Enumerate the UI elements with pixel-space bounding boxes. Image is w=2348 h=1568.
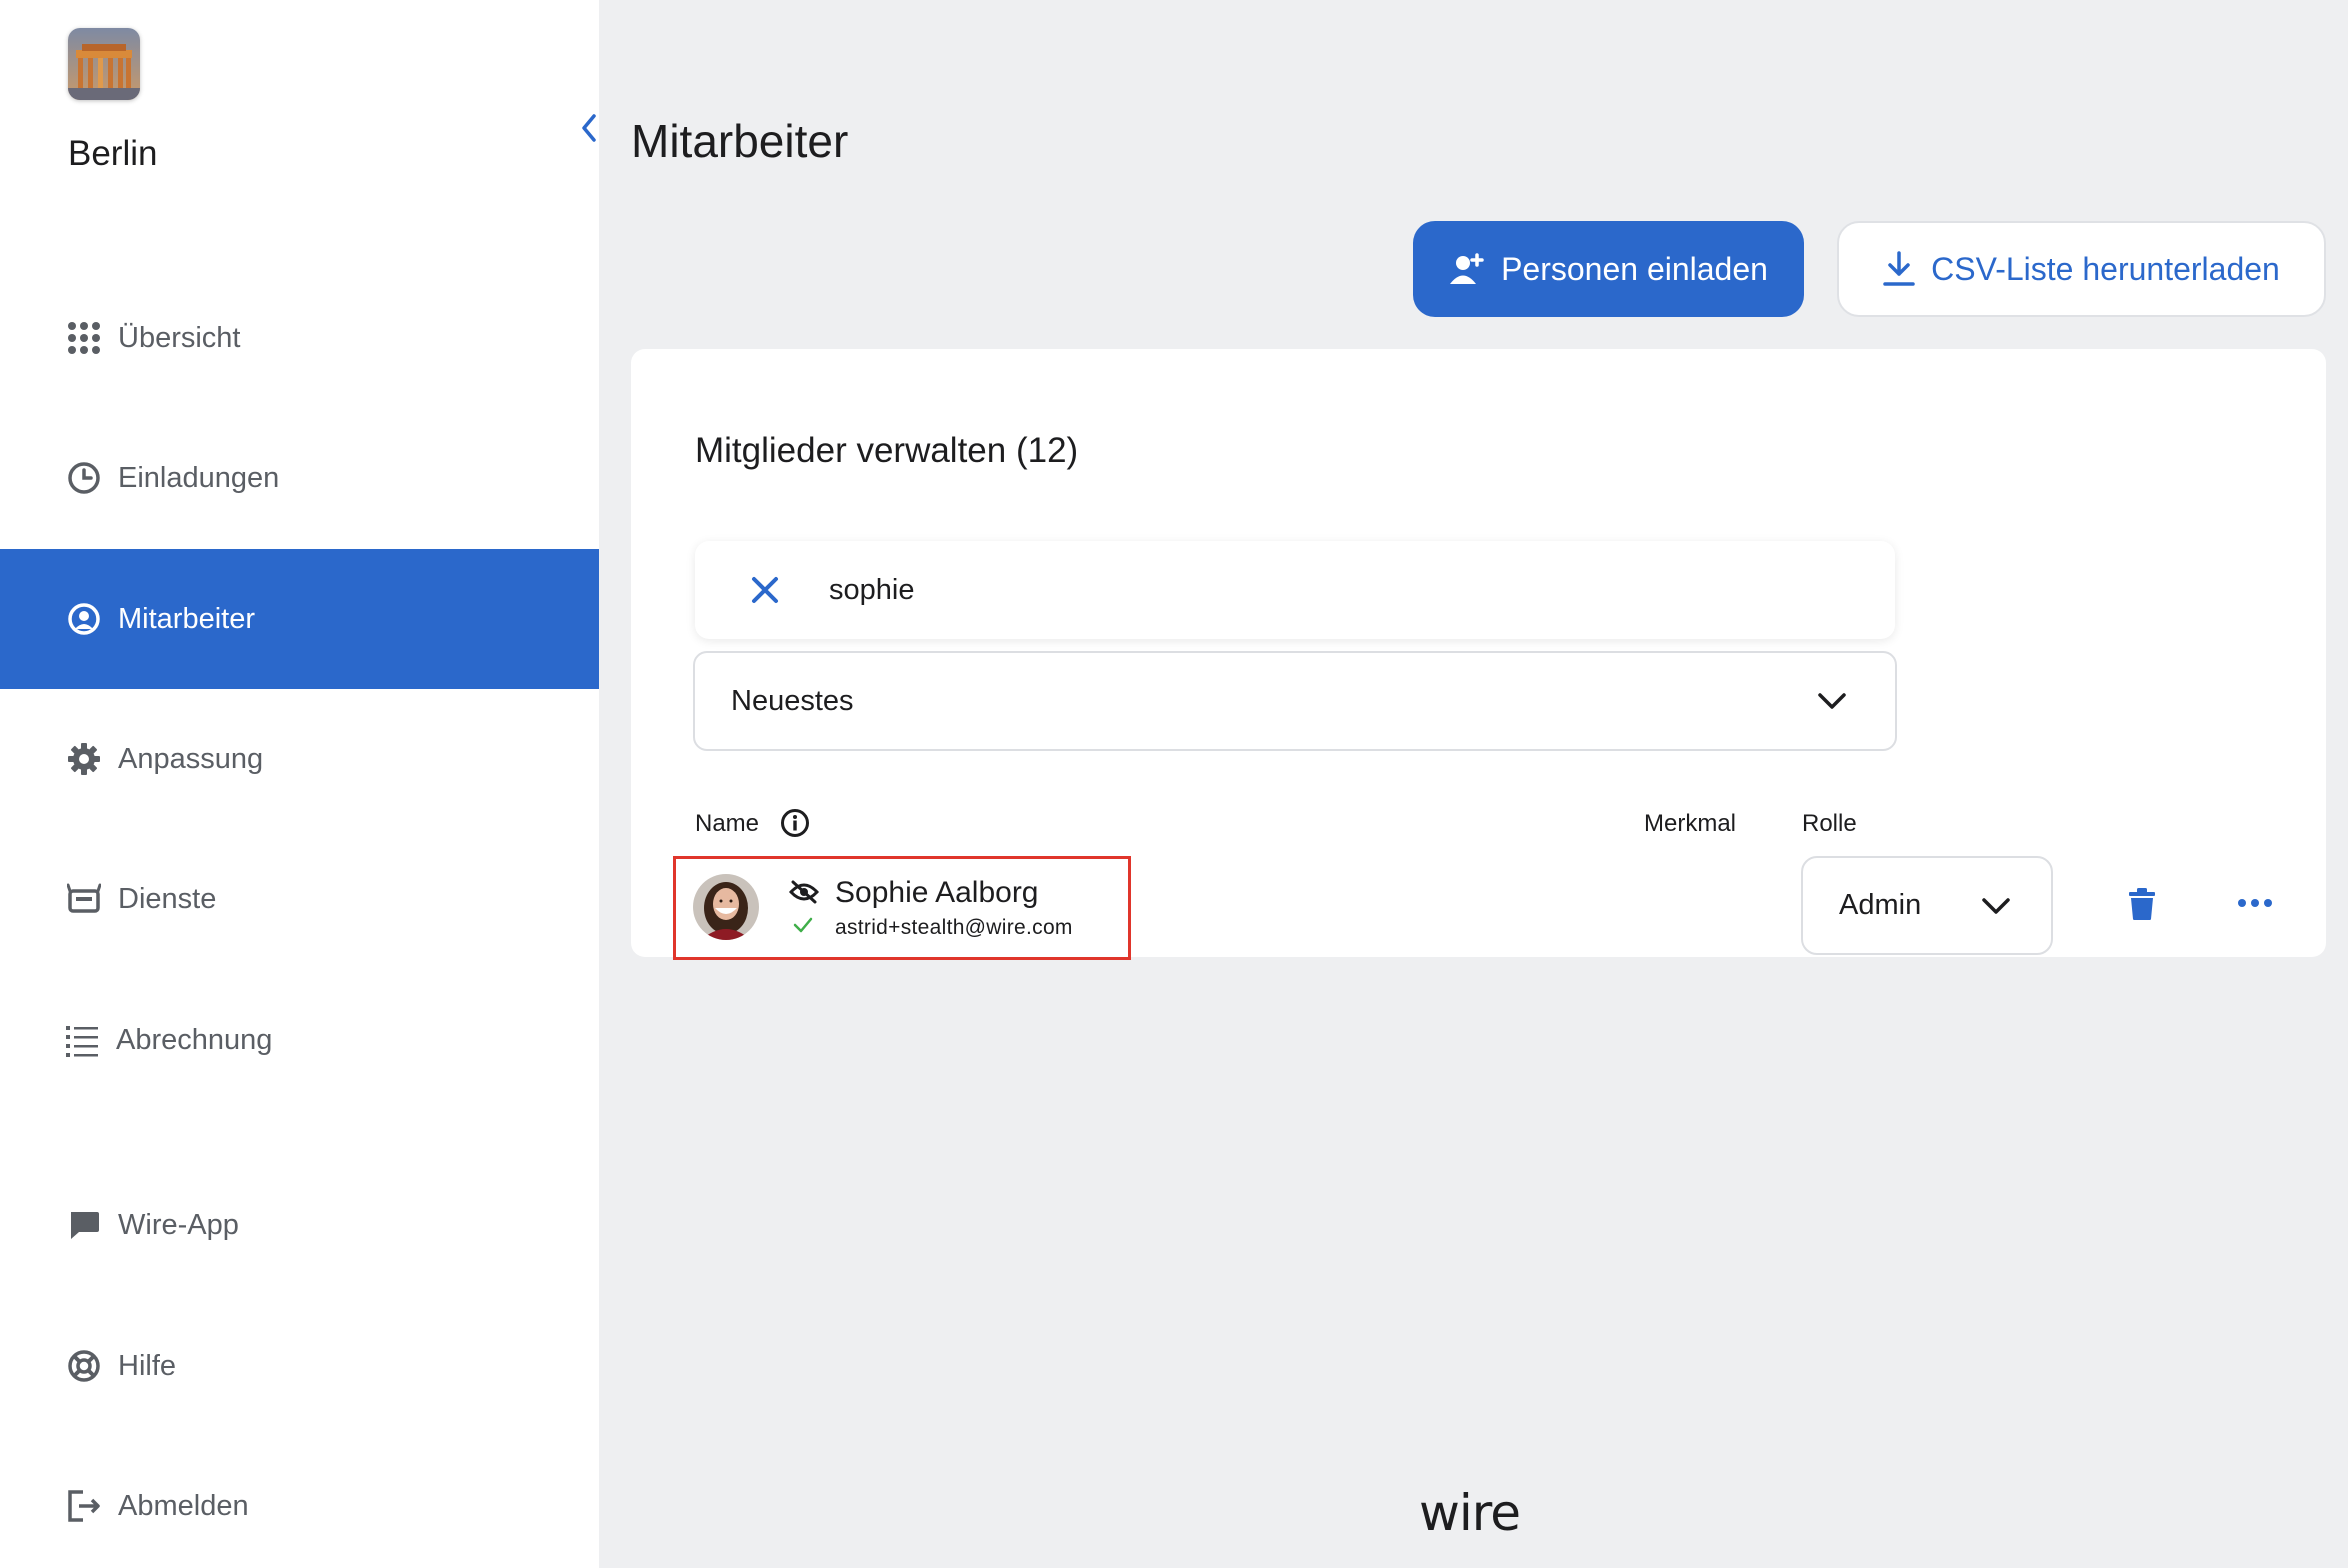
sort-select[interactable]: Neuestes xyxy=(693,651,1897,751)
logout-icon xyxy=(66,1488,102,1524)
sidebar-item-label: Mitarbeiter xyxy=(118,602,255,635)
invite-people-label: Personen einladen xyxy=(1501,250,1768,287)
avatar[interactable] xyxy=(693,874,759,940)
members-card: Mitglieder verwalten (12) Neuestes Name … xyxy=(631,349,2326,960)
chevron-left-icon xyxy=(582,114,596,142)
sidebar-item-help[interactable]: Hilfe xyxy=(0,1296,599,1436)
csv-download-label: CSV-Liste herunterladen xyxy=(1931,250,2280,287)
sidebar-item-invitations[interactable]: Einladungen xyxy=(0,408,599,548)
gear-icon xyxy=(66,741,102,777)
more-options-icon[interactable] xyxy=(2237,896,2273,914)
chevron-down-icon xyxy=(1982,897,2010,914)
sidebar-item-label: Abmelden xyxy=(118,1489,249,1522)
column-header-role: Rolle xyxy=(1802,810,1857,837)
sidebar-item-customization[interactable]: Anpassung xyxy=(0,689,599,829)
role-select[interactable]: Admin xyxy=(1801,856,2053,955)
user-circle-icon xyxy=(66,601,102,637)
sidebar-item-label: Hilfe xyxy=(118,1349,177,1382)
clear-search-icon[interactable] xyxy=(741,566,789,614)
member-name: Sophie Aalborg xyxy=(835,876,1039,909)
column-header-feature: Merkmal xyxy=(1644,810,1737,837)
member-email: astrid+stealth@wire.com xyxy=(835,916,1073,939)
sidebar-item-label: Abrechnung xyxy=(116,1023,273,1056)
chat-bubble-icon xyxy=(66,1207,102,1243)
page-title: Mitarbeiter xyxy=(631,115,849,167)
eye-off-icon xyxy=(788,880,820,909)
sidebar: Berlin Übersicht Einladungen Mitarbeiter… xyxy=(0,0,599,1568)
sidebar-item-services[interactable]: Dienste xyxy=(0,829,599,969)
csv-download-button[interactable]: CSV-Liste herunterladen xyxy=(1837,221,2326,317)
sidebar-item-label: Einladungen xyxy=(118,461,280,494)
sort-selected-value: Neuestes xyxy=(731,684,854,717)
sidebar-item-wire-app[interactable]: Wire-App xyxy=(0,1155,599,1295)
invite-people-button[interactable]: Personen einladen xyxy=(1413,221,1804,317)
sidebar-item-label: Wire-App xyxy=(118,1208,239,1241)
sidebar-item-members[interactable]: Mitarbeiter xyxy=(0,549,599,689)
chevron-down-icon xyxy=(1818,693,1846,709)
add-user-icon xyxy=(1449,253,1485,285)
trash-icon[interactable] xyxy=(2127,887,2157,926)
bot-icon xyxy=(66,881,102,917)
verified-check-icon xyxy=(793,917,813,938)
sidebar-item-label: Dienste xyxy=(118,882,217,915)
list-icon xyxy=(64,1022,100,1058)
column-header-name: Name xyxy=(695,810,760,837)
search-input[interactable] xyxy=(829,573,1729,607)
collapse-sidebar-button[interactable] xyxy=(567,100,611,156)
info-icon[interactable] xyxy=(780,808,810,843)
sidebar-item-logout[interactable]: Abmelden xyxy=(0,1436,599,1568)
members-title: Mitglieder verwalten (12) xyxy=(695,431,1079,470)
sidebar-item-label: Anpassung xyxy=(118,742,264,775)
member-search xyxy=(695,541,1895,639)
lifebuoy-icon xyxy=(66,1348,102,1384)
clock-icon xyxy=(66,460,102,496)
sidebar-item-billing[interactable]: Abrechnung xyxy=(0,970,599,1110)
sidebar-item-label: Übersicht xyxy=(118,321,241,354)
grid-icon xyxy=(66,320,102,356)
team-logo xyxy=(68,28,140,100)
sidebar-item-overview[interactable]: Übersicht xyxy=(0,268,599,408)
team-name: Berlin xyxy=(68,134,158,173)
role-selected-value: Admin xyxy=(1839,889,1922,921)
download-icon xyxy=(1883,251,1915,287)
wire-logo: wire xyxy=(1419,1484,1521,1542)
